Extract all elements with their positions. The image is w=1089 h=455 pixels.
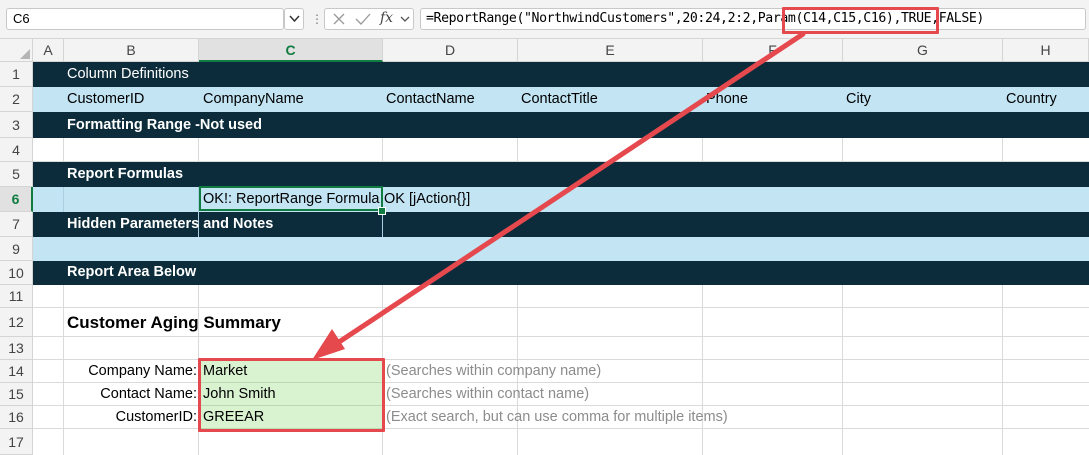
- annotation-arrow-icon: [312, 31, 806, 360]
